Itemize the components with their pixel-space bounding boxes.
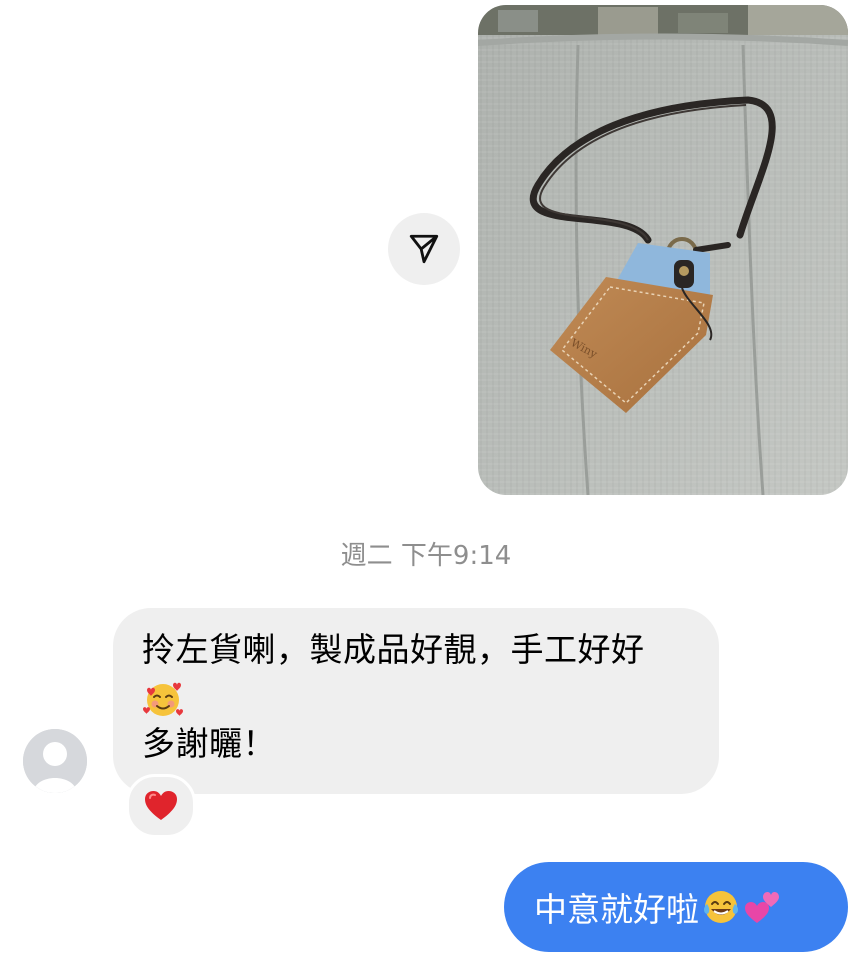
smiling-face-with-hearts-icon [143, 682, 183, 716]
sender-avatar[interactable] [23, 729, 87, 793]
face-with-tears-of-joy-icon [704, 891, 738, 923]
sent-message-text: 中意就好啦 [534, 890, 699, 929]
two-hearts-icon [745, 892, 779, 923]
received-message-bubble[interactable]: 拎左貨喇，製成品好靚，手工好好 多謝曬！ [113, 608, 719, 794]
default-user-avatar-icon [23, 729, 87, 793]
lanyard-card-holder-image: Winy [478, 5, 848, 495]
received-message-line-3: 多謝曬！ [142, 724, 276, 763]
sent-photo[interactable]: Winy [478, 5, 848, 495]
red-heart-icon [145, 791, 177, 820]
message-timestamp: 週二 下午9:14 [340, 541, 512, 571]
share-photo-button[interactable] [388, 213, 460, 285]
sent-message-bubble[interactable]: 中意就好啦 [504, 862, 848, 952]
received-message-line-1: 拎左貨喇，製成品好靚，手工好好 [142, 630, 645, 669]
send-paper-plane-icon [409, 234, 439, 264]
received-message-emoji-line [142, 673, 695, 720]
message-reaction[interactable] [126, 774, 196, 838]
